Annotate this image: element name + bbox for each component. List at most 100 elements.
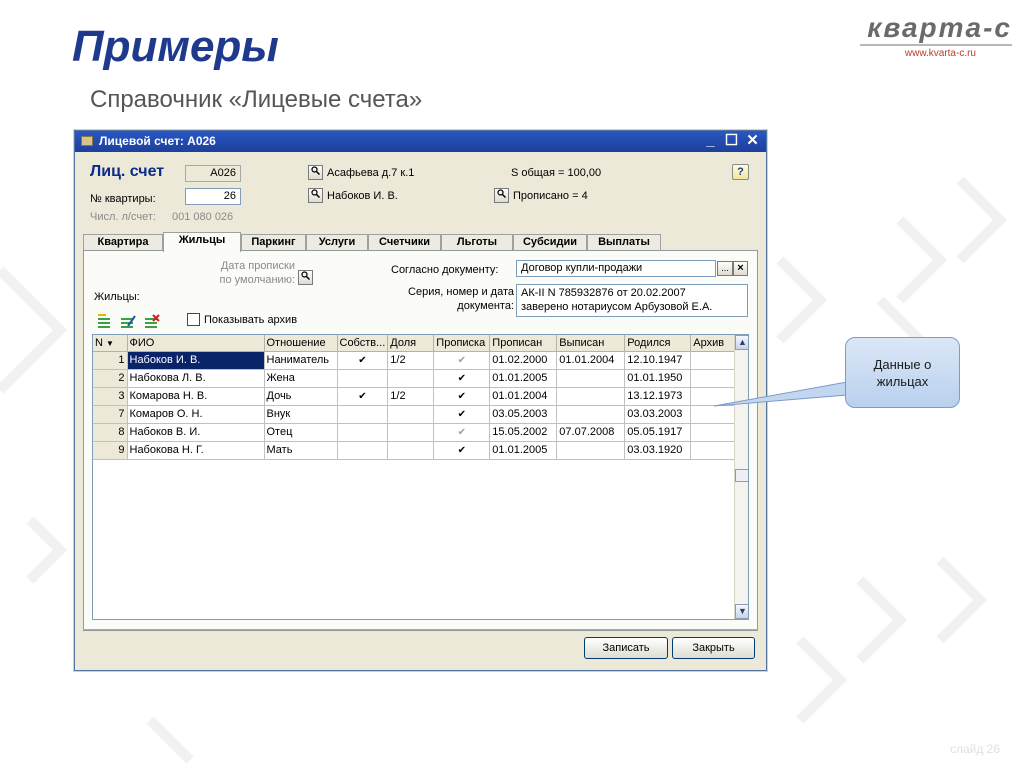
cell-birth-date[interactable]: 03.03.2003 bbox=[624, 405, 692, 424]
cell-archive[interactable] bbox=[690, 441, 736, 460]
cell-share[interactable]: 1/2 bbox=[387, 351, 435, 370]
doc-clear-button[interactable]: × bbox=[733, 261, 748, 276]
scroll-thumb[interactable] bbox=[735, 469, 748, 482]
cell-registration[interactable]: ✔ bbox=[433, 351, 491, 370]
column-header-discharged-date[interactable]: Выписан bbox=[556, 335, 626, 352]
delete-resident-icon[interactable] bbox=[144, 314, 160, 328]
cell-name[interactable]: Набоков В. И. bbox=[127, 423, 265, 442]
show-archive-checkbox[interactable] bbox=[187, 313, 200, 326]
scroll-down-button[interactable]: ▼ bbox=[735, 604, 748, 619]
cell-registered-date[interactable]: 01.01.2005 bbox=[489, 441, 558, 460]
maximize-button[interactable]: ☐ bbox=[723, 132, 740, 149]
cell-birth-date[interactable]: 12.10.1947 bbox=[624, 351, 692, 370]
cell-owner[interactable] bbox=[337, 441, 389, 460]
tab-residents[interactable]: Жильцы bbox=[163, 232, 241, 252]
cell-name[interactable]: Комарова Н. В. bbox=[127, 387, 265, 406]
cell-registered-date[interactable]: 15.05.2002 bbox=[489, 423, 558, 442]
tab-payments[interactable]: Выплаты bbox=[587, 234, 661, 251]
cell-archive[interactable] bbox=[690, 423, 736, 442]
cell-relation[interactable]: Внук bbox=[264, 405, 338, 424]
residents-table[interactable]: N ▼ ФИО Отношение Собств... Доля Прописк… bbox=[92, 334, 749, 620]
cell-birth-date[interactable]: 01.01.1950 bbox=[624, 369, 692, 388]
cell-relation[interactable]: Мать bbox=[264, 441, 338, 460]
cell-registration[interactable]: ✔ bbox=[433, 423, 491, 442]
serial-field[interactable]: АК-II N 785932876 от 20.02.2007 заверено… bbox=[516, 284, 748, 317]
cell-registered-date[interactable]: 01.01.2004 bbox=[489, 387, 558, 406]
cell-owner[interactable] bbox=[337, 405, 389, 424]
cell-registration[interactable]: ✔ bbox=[433, 405, 491, 424]
address-lookup-button[interactable] bbox=[308, 165, 323, 180]
add-resident-icon[interactable] bbox=[96, 314, 112, 328]
scroll-up-button[interactable]: ▲ bbox=[735, 335, 748, 350]
column-header-n[interactable]: N ▼ bbox=[93, 335, 128, 352]
cell-number[interactable]: 7 bbox=[93, 405, 128, 424]
cell-number[interactable]: 8 bbox=[93, 423, 128, 442]
cell-relation[interactable]: Дочь bbox=[264, 387, 338, 406]
column-header-relation[interactable]: Отношение bbox=[264, 335, 338, 352]
tab-benefits[interactable]: Льготы bbox=[441, 234, 513, 251]
cell-relation[interactable]: Наниматель bbox=[264, 351, 338, 370]
cell-archive[interactable] bbox=[690, 405, 736, 424]
reg-date-lookup-button[interactable] bbox=[298, 270, 313, 285]
column-header-owner[interactable]: Собств... bbox=[337, 335, 389, 352]
column-header-fio[interactable]: ФИО bbox=[127, 335, 265, 352]
table-row[interactable]: 2 Набокова Л. В. Жена ✔ 01.01.2005 01.01.1950 bbox=[93, 369, 736, 388]
owner-lookup-button[interactable] bbox=[308, 188, 323, 203]
cell-registered-date[interactable]: 01.01.2005 bbox=[489, 369, 558, 388]
cell-archive[interactable] bbox=[690, 351, 736, 370]
help-button[interactable]: ? bbox=[732, 164, 749, 180]
cell-archive[interactable] bbox=[690, 387, 736, 406]
apartment-field[interactable]: 26 bbox=[185, 188, 241, 205]
cell-name[interactable]: Набокова Н. Г. bbox=[127, 441, 265, 460]
column-header-archive[interactable]: Архив bbox=[690, 335, 736, 352]
cell-discharged-date[interactable]: 01.01.2004 bbox=[556, 351, 626, 370]
cell-discharged-date[interactable] bbox=[556, 387, 626, 406]
cell-archive[interactable] bbox=[690, 369, 736, 388]
minimize-button[interactable]: _ bbox=[702, 132, 719, 149]
cell-registered-date[interactable]: 03.05.2003 bbox=[489, 405, 558, 424]
cell-owner[interactable]: ✔ bbox=[337, 351, 389, 370]
cell-relation[interactable]: Отец bbox=[264, 423, 338, 442]
window-titlebar[interactable]: Лицевой счет: А026 _ ☐ ✕ bbox=[75, 131, 766, 152]
cell-owner[interactable] bbox=[337, 369, 389, 388]
cell-birth-date[interactable]: 03.03.1920 bbox=[624, 441, 692, 460]
cell-share[interactable] bbox=[387, 423, 435, 442]
cell-birth-date[interactable]: 13.12.1973 bbox=[624, 387, 692, 406]
close-window-button[interactable]: Закрыть bbox=[672, 637, 755, 659]
tab-services[interactable]: Услуги bbox=[306, 234, 368, 251]
table-row[interactable]: 9 Набокова Н. Г. Мать ✔ 01.01.2005 03.03.1920 bbox=[93, 441, 736, 460]
cell-registration[interactable]: ✔ bbox=[433, 387, 491, 406]
table-row[interactable]: 3 Комарова Н. В. Дочь ✔ 1/2 ✔ 01.01.2004 13.12.… bbox=[93, 387, 736, 406]
cell-owner[interactable]: ✔ bbox=[337, 387, 389, 406]
edit-resident-icon[interactable] bbox=[120, 314, 136, 328]
cell-share[interactable]: 1/2 bbox=[387, 387, 435, 406]
column-header-registered-date[interactable]: Прописан bbox=[489, 335, 558, 352]
cell-share[interactable] bbox=[387, 441, 435, 460]
cell-number[interactable]: 2 bbox=[93, 369, 128, 388]
cell-registration[interactable]: ✔ bbox=[433, 441, 491, 460]
cell-number[interactable]: 1 bbox=[93, 351, 128, 370]
cell-registered-date[interactable]: 01.02.2000 bbox=[489, 351, 558, 370]
table-row[interactable]: 8 Набоков В. И. Отец ✔ 15.05.2002 07.07.2008 0… bbox=[93, 423, 736, 442]
cell-share[interactable] bbox=[387, 369, 435, 388]
table-row[interactable]: 1 Набоков И. В. Наниматель ✔ 1/2 ✔ 01.02.2000 0… bbox=[93, 351, 736, 370]
table-scrollbar[interactable]: ▲ ▼ bbox=[734, 335, 748, 619]
doc-field[interactable]: Договор купли-продажи bbox=[516, 260, 716, 277]
column-header-registration[interactable]: Прописка bbox=[433, 335, 491, 352]
tab-subsidies[interactable]: Субсидии bbox=[513, 234, 587, 251]
cell-name[interactable]: Набоков И. В. bbox=[127, 351, 265, 370]
tab-parking[interactable]: Паркинг bbox=[241, 234, 306, 251]
cell-number[interactable]: 3 bbox=[93, 387, 128, 406]
column-header-share[interactable]: Доля bbox=[387, 335, 435, 352]
tab-apartment[interactable]: Квартира bbox=[83, 234, 163, 251]
cell-discharged-date[interactable] bbox=[556, 369, 626, 388]
cell-discharged-date[interactable]: 07.07.2008 bbox=[556, 423, 626, 442]
doc-select-button[interactable]: ... bbox=[717, 261, 733, 276]
cell-relation[interactable]: Жена bbox=[264, 369, 338, 388]
cell-name[interactable]: Комаров О. Н. bbox=[127, 405, 265, 424]
save-button[interactable]: Записать bbox=[584, 637, 668, 659]
cell-discharged-date[interactable] bbox=[556, 405, 626, 424]
table-row[interactable]: 7 Комаров О. Н. Внук ✔ 03.05.2003 03.03.2003 bbox=[93, 405, 736, 424]
cell-registration[interactable]: ✔ bbox=[433, 369, 491, 388]
cell-number[interactable]: 9 bbox=[93, 441, 128, 460]
